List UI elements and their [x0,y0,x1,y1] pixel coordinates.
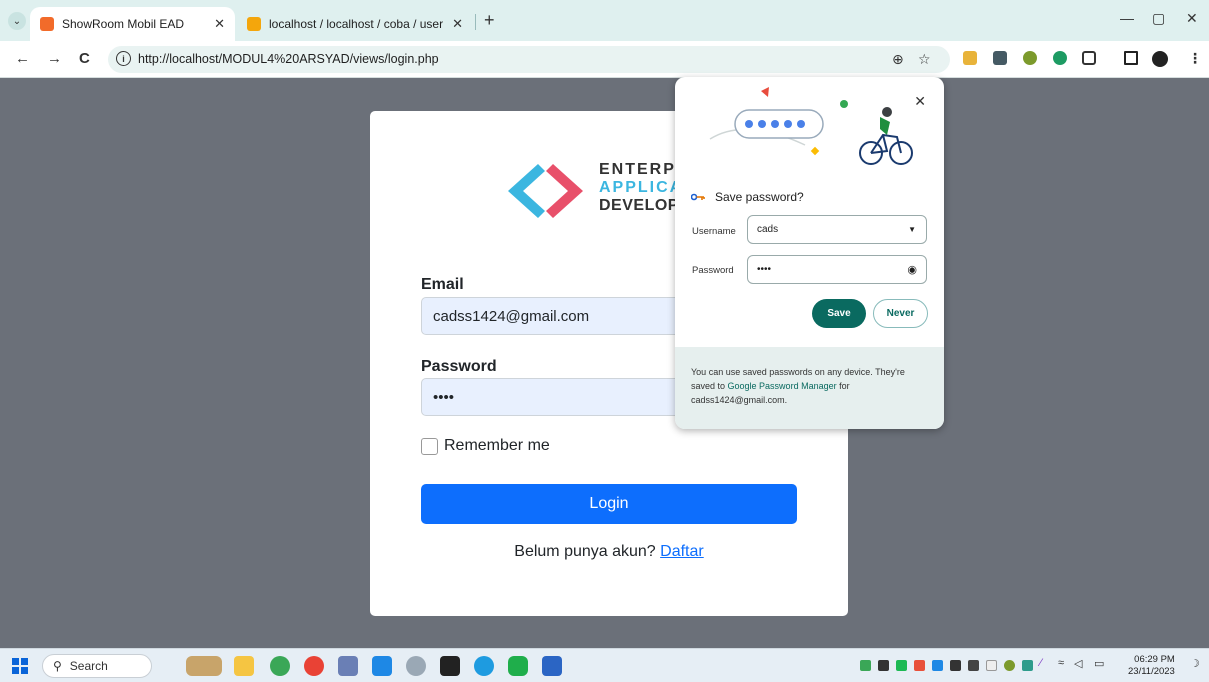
dropdown-arrow-icon: ▼ [908,225,916,234]
password-label: Password [421,358,497,375]
taskbar-search[interactable]: ⚲ Search [42,654,152,678]
minimize-button[interactable]: — [1120,10,1134,26]
app-icon[interactable] [406,656,426,676]
tray-icon[interactable] [986,660,997,671]
close-window-button[interactable]: ✕ [1186,10,1198,27]
tab-title: localhost / localhost / coba / user [269,17,444,31]
save-button[interactable]: Save [812,299,866,328]
username-label: Username [692,226,736,237]
vscode-icon[interactable] [372,656,392,676]
daftar-link[interactable]: Daftar [660,543,704,560]
side-panel-icon[interactable] [1124,51,1138,65]
password-manager-link[interactable]: Google Password Manager [728,381,837,391]
email-label: Email [421,276,464,293]
extension-icon[interactable] [1023,51,1037,65]
extensions-puzzle-icon[interactable] [1082,51,1096,65]
terminal-icon[interactable] [440,656,460,676]
never-button[interactable]: Never [873,299,928,328]
popup-footer: You can use saved passwords on any devic… [675,347,944,429]
username-value: cads [757,224,779,235]
tray-icon[interactable] [1022,660,1033,671]
wifi-icon[interactable]: ≈ [1058,657,1064,669]
extension-icon[interactable] [963,51,977,65]
file-explorer-icon[interactable] [234,656,254,676]
search-label: Search [69,659,108,673]
username-dropdown[interactable]: cads ▼ [747,215,927,244]
clock-time: 06:29 PM [1134,654,1175,665]
tray-icon[interactable] [950,660,961,671]
app-icon[interactable] [338,656,358,676]
site-info-icon[interactable]: i [116,51,131,66]
popup-title-row: Save password? [691,190,804,204]
signup-prompt: Belum punya akun? Daftar [370,543,848,561]
login-button[interactable]: Login [421,484,797,524]
xampp-favicon-icon [40,17,54,31]
key-icon [691,193,705,201]
password-value: •••• [757,264,772,275]
tray-icon[interactable] [860,660,871,671]
logo-chevrons-icon [508,164,583,218]
back-button[interactable]: ← [15,50,30,67]
line-icon[interactable] [508,656,528,676]
close-icon[interactable]: ✕ [914,93,926,110]
tray-icon[interactable] [1004,660,1015,671]
tray-icon[interactable] [878,660,889,671]
phpmyadmin-favicon-icon [247,17,261,31]
tab-close-icon[interactable]: ✕ [452,16,463,32]
notifications-icon[interactable]: ☽ [1190,657,1200,670]
tab-separator [475,14,476,30]
reload-button[interactable]: C [79,50,90,67]
save-password-popup: ✕ Save password? Username cads ▼ Passwor… [675,77,944,429]
eye-icon[interactable]: ◉ [907,263,917,276]
tray-icon[interactable] [896,660,907,671]
address-bar[interactable]: i http://localhost/MODUL4%20ARSYAD/views… [108,46,950,73]
tab-strip: ⌄ ShowRoom Mobil EAD ✕ localhost / local… [0,0,1209,41]
tab-close-icon[interactable]: ✕ [214,16,225,32]
address-url: http://localhost/MODUL4%20ARSYAD/views/l… [138,52,439,66]
volume-icon[interactable]: ◁ [1074,657,1082,670]
password-input[interactable]: •••• ◉ [747,255,927,284]
clock-date: 23/11/2023 [1128,666,1175,677]
password-label: Password [692,265,734,276]
popup-title: Save password? [715,190,804,204]
extension-icon[interactable] [1053,51,1067,65]
tab-title: ShowRoom Mobil EAD [62,17,185,31]
profile-avatar[interactable] [1152,51,1168,67]
windows-taskbar: ⚲ Search ⁄ ≈ ◁ ▭ 06:29 PM 23/11/2023 ☽ [0,648,1209,682]
extension-icon[interactable] [993,51,1007,65]
pen-icon[interactable]: ⁄ [1040,657,1042,669]
restore-button[interactable]: ▢ [1152,10,1165,27]
edge-icon[interactable] [474,656,494,676]
browser-menu-icon[interactable]: ⋮ [1188,50,1202,67]
remember-me-label: Remember me [444,437,550,454]
bookmark-star-icon[interactable]: ☆ [918,51,931,68]
tab-phpmyadmin[interactable]: localhost / localhost / coba / user ✕ [237,7,473,41]
new-tab-button[interactable]: + [484,11,495,29]
taskbar-clock[interactable]: 06:29 PM 23/11/2023 [1128,654,1175,678]
windows-start-icon[interactable] [12,658,28,674]
signup-text: Belum punya akun? [514,543,661,560]
tray-icon[interactable] [914,660,925,671]
tray-icon[interactable] [968,660,979,671]
tab-showroom[interactable]: ShowRoom Mobil EAD ✕ [30,7,235,41]
word-icon[interactable] [542,656,562,676]
tray-icon[interactable] [932,660,943,671]
tab-search-chevron-icon[interactable]: ⌄ [8,12,26,30]
widgets-icon[interactable] [186,656,222,676]
cyclist-illustration-icon [709,87,913,165]
remember-me-checkbox[interactable] [421,438,438,455]
app-icon[interactable] [270,656,290,676]
search-icon: ⚲ [53,659,62,673]
forward-button[interactable]: → [47,50,62,67]
chrome-icon[interactable] [304,656,324,676]
zoom-icon[interactable]: ⊕ [892,51,904,68]
battery-icon[interactable]: ▭ [1094,657,1104,670]
